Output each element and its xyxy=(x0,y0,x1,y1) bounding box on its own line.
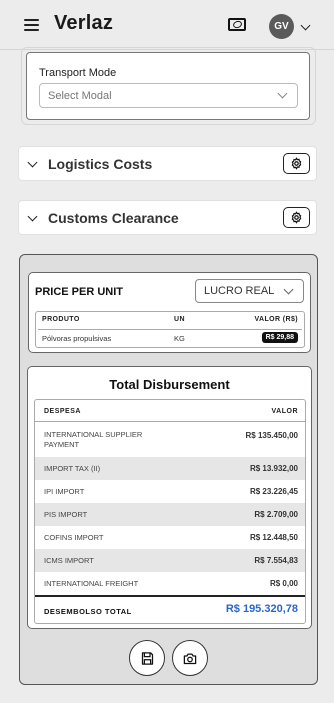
total-disbursement-card: Total Disbursement DESPESA VALOR INTERNA… xyxy=(27,366,312,629)
capture-button[interactable] xyxy=(172,640,208,676)
tax-regime-value: LUCRO REAL xyxy=(204,285,275,297)
row-label: IMPORT TAX (II) xyxy=(44,464,101,473)
table-row: COFINS IMPORT R$ 12.448,50 xyxy=(35,526,305,549)
chevron-down-icon xyxy=(283,284,294,295)
total-value: R$ 195.320,78 xyxy=(225,603,298,615)
row-value: R$ 7.554,83 xyxy=(254,556,298,565)
menu-icon[interactable] xyxy=(24,19,39,31)
camera-icon xyxy=(183,653,197,664)
gear-icon xyxy=(291,157,302,170)
chevron-down-icon[interactable] xyxy=(300,20,311,31)
table-row: IMPORT TAX (II) R$ 13.932,00 xyxy=(35,457,305,480)
table-row: IPI IMPORT R$ 23.226,45 xyxy=(35,480,305,503)
divider xyxy=(38,329,302,330)
total-row: DESEMBOLSO TOTAL R$ 195.320,78 xyxy=(35,595,305,623)
chevron-down-icon xyxy=(27,211,38,222)
transport-mode-select[interactable]: Select Modal xyxy=(39,83,298,108)
top-bar: Verlaz GV xyxy=(0,0,334,50)
transport-mode-placeholder: Select Modal xyxy=(48,90,112,102)
section-customs-clearance[interactable]: Customs Clearance xyxy=(18,200,317,235)
product-unit: KG xyxy=(174,334,185,343)
column-header: VALOR xyxy=(271,408,298,415)
row-label: COFINS IMPORT xyxy=(44,533,104,542)
tax-regime-select[interactable]: LUCRO REAL xyxy=(195,279,304,303)
section-logistics-costs[interactable]: Logistics Costs xyxy=(18,146,317,181)
row-value: R$ 0,00 xyxy=(269,579,298,588)
transport-mode-label: Transport Mode xyxy=(39,67,117,79)
chevron-down-icon xyxy=(277,88,288,99)
gear-icon xyxy=(291,211,302,224)
row-value: R$ 135.450,00 xyxy=(245,431,299,440)
row-value: R$ 23.226,45 xyxy=(249,487,298,496)
section-title: Customs Clearance xyxy=(48,210,179,226)
table-row: INTERNATIONAL SUPPLIER PAYMENT R$ 135.45… xyxy=(35,422,305,457)
transport-card: Transport Mode Select Modal xyxy=(26,52,310,120)
total-disbursement-title: Total Disbursement xyxy=(109,377,230,392)
disbursement-table: DESPESA VALOR INTERNATIONAL SUPPLIER PAY… xyxy=(34,399,306,624)
table-row: ICMS IMPORT R$ 7.554,83 xyxy=(35,549,305,572)
price-per-unit-card: PRICE PER UNIT LUCRO REAL PRODUTO UN VAL… xyxy=(28,272,311,353)
table-header: DESPESA VALOR xyxy=(35,400,305,422)
column-header: DESPESA xyxy=(44,408,81,415)
price-per-unit-table: PRODUTO UN VALOR (R$) Pólvoras propulsiv… xyxy=(35,311,305,348)
chevron-down-icon xyxy=(27,157,38,168)
row-value: R$ 12.448,50 xyxy=(249,533,298,542)
results-panel: PRICE PER UNIT LUCRO REAL PRODUTO UN VAL… xyxy=(19,254,318,685)
column-header: PRODUTO xyxy=(42,316,80,323)
settings-button[interactable] xyxy=(283,207,310,228)
row-label: IPI IMPORT xyxy=(44,487,85,496)
app-title: Verlaz xyxy=(54,12,114,34)
row-label: PIS IMPORT xyxy=(44,510,88,519)
section-title: Logistics Costs xyxy=(48,156,153,172)
column-header: UN xyxy=(174,316,185,323)
table-row: INTERNATIONAL FREIGHT R$ 0,00 xyxy=(35,572,305,595)
row-label: ICMS IMPORT xyxy=(44,556,94,565)
row-value: R$ 2.709,00 xyxy=(254,510,298,519)
table-row: PIS IMPORT R$ 2.709,00 xyxy=(35,503,305,526)
save-icon xyxy=(141,651,153,665)
column-header: VALOR (R$) xyxy=(254,316,298,323)
row-label: INTERNATIONAL SUPPLIER PAYMENT xyxy=(44,430,143,449)
price-per-unit-title: PRICE PER UNIT xyxy=(35,286,124,298)
money-icon[interactable] xyxy=(228,18,246,31)
avatar[interactable]: GV xyxy=(269,14,294,39)
settings-button[interactable] xyxy=(283,153,310,174)
row-label: INTERNATIONAL FREIGHT xyxy=(44,579,139,588)
price-badge: R$ 29,88 xyxy=(261,332,298,343)
product-name: Pólvoras propulsivas xyxy=(42,334,112,343)
total-label: DESEMBOLSO TOTAL xyxy=(44,607,132,616)
row-value: R$ 13.932,00 xyxy=(249,464,298,473)
save-button[interactable] xyxy=(129,640,165,676)
